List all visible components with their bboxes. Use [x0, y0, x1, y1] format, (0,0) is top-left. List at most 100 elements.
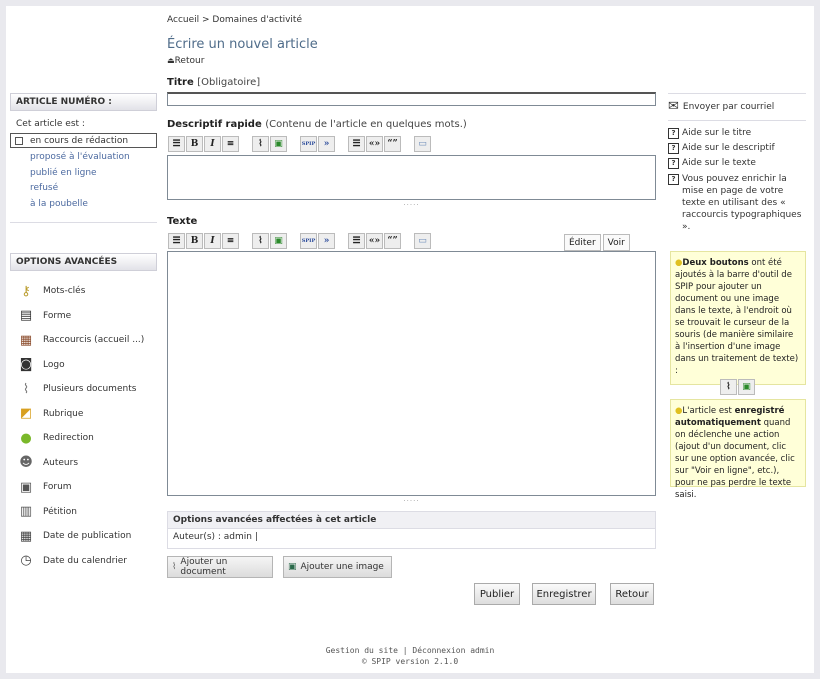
description-label: Descriptif rapide (Contenu de l'article … — [167, 119, 467, 130]
footnote-button[interactable]: » — [318, 233, 335, 249]
title-input[interactable] — [167, 92, 656, 106]
option-forum[interactable]: ▣ Forum — [16, 475, 157, 500]
paragraph-button[interactable]: ☰ — [348, 233, 365, 249]
list-button[interactable]: ≡ — [222, 136, 239, 152]
tab-edit[interactable]: Éditer — [564, 234, 601, 251]
heading-button[interactable]: ☰ — [168, 136, 185, 152]
tip-two-buttons: ●Deux boutons ont été ajoutés à la barre… — [670, 251, 806, 395]
help-icon: ? — [668, 143, 679, 154]
help-shortcuts-label: Vous pouvez enrichir la mise en page de … — [682, 174, 802, 232]
title-label-text: Titre — [167, 77, 194, 88]
shortcuts-icon: ▦ — [19, 332, 33, 348]
footer: Gestion du site | Déconnexion admin © SP… — [6, 646, 814, 666]
text-textarea[interactable] — [167, 251, 656, 496]
return-button[interactable]: Retour — [610, 583, 654, 605]
spip-button[interactable]: SPIP — [300, 233, 317, 249]
option-redirect[interactable]: ● Redirection — [16, 426, 157, 451]
quote-fr-button[interactable]: «» — [366, 233, 383, 249]
option-label: Date du calendrier — [43, 555, 128, 566]
footer-version: © SPIP version 2.1.0 — [361, 657, 459, 666]
add-document-label: Ajouter un document — [180, 557, 228, 577]
image-icon: ▣ — [738, 379, 755, 395]
option-label: Auteurs — [43, 457, 79, 468]
preview-button[interactable]: ▭ — [414, 136, 431, 152]
description-textarea[interactable] — [167, 155, 656, 200]
divider — [668, 120, 806, 121]
options-panel-heading: Options avancées affectées à cet article — [168, 512, 655, 529]
back-link[interactable]: ⏏Retour — [167, 56, 204, 66]
bold-button[interactable]: B — [186, 233, 203, 249]
option-documents[interactable]: ⌇ Plusieurs documents — [16, 377, 157, 402]
heading-button[interactable]: ☰ — [168, 233, 185, 249]
image-button[interactable]: ▣ — [270, 233, 287, 249]
breadcrumb-section[interactable]: Domaines d'activité — [212, 15, 302, 25]
italic-button[interactable]: I — [204, 136, 221, 152]
text-resize-handle[interactable]: ..... — [167, 495, 656, 503]
petition-icon: ▥ — [19, 504, 33, 520]
right-sidebar: ✉ Envoyer par courriel ? Aide sur le titre… — [668, 93, 806, 237]
help-description-label: Aide sur le descriptif — [682, 143, 775, 153]
footer-logout[interactable]: Déconnexion admin — [412, 646, 494, 655]
status-refused[interactable]: refusé — [30, 183, 157, 199]
status-label: Cet article est : — [16, 119, 85, 129]
spip-button[interactable]: SPIP — [300, 136, 317, 152]
quote-en-button[interactable]: “” — [384, 136, 401, 152]
add-document-button[interactable]: ⌇ Ajouter un document — [167, 556, 273, 578]
option-logo[interactable]: ◙ Logo — [16, 353, 157, 378]
quote-en-button[interactable]: “” — [384, 233, 401, 249]
option-label: Forme — [43, 310, 72, 321]
preview-button[interactable]: ▭ — [414, 233, 431, 249]
status-current[interactable]: en cours de rédaction — [10, 133, 157, 148]
option-form[interactable]: ▤ Forme — [16, 304, 157, 329]
option-publish-date[interactable]: ▦ Date de publication — [16, 524, 157, 549]
link-button[interactable]: ⌇ — [252, 233, 269, 249]
help-title-label: Aide sur le titre — [682, 128, 752, 138]
send-email-label: Envoyer par courriel — [682, 101, 775, 112]
help-description[interactable]: ? Aide sur le descriptif — [668, 143, 806, 154]
advanced-options-box: OPTIONS AVANCÉES ⚷ Mots-clés ▤ Forme ▦ Racc… — [10, 253, 157, 573]
quote-fr-button[interactable]: «» — [366, 136, 383, 152]
description-resize-handle[interactable]: ..... — [167, 199, 656, 207]
breadcrumb-home[interactable]: Accueil — [167, 15, 199, 25]
tip-two-buttons-text: ont été ajoutés à la barre d'outil de SP… — [675, 258, 799, 376]
text-label: Texte — [167, 216, 198, 227]
image-button[interactable]: ▣ — [270, 136, 287, 152]
link-button[interactable]: ⌇ — [252, 136, 269, 152]
help-text-label: Aide sur le texte — [682, 158, 756, 168]
footer-site-admin[interactable]: Gestion du site — [326, 646, 398, 655]
divider — [668, 93, 806, 94]
status-published[interactable]: publié en ligne — [30, 168, 157, 184]
footnote-button[interactable]: » — [318, 136, 335, 152]
help-title[interactable]: ? Aide sur le titre — [668, 128, 806, 139]
description-label-text: Descriptif rapide — [167, 119, 262, 130]
calendar-clock-icon: ◷ — [20, 553, 32, 569]
help-text[interactable]: ? Aide sur le texte — [668, 158, 806, 169]
option-petition[interactable]: ▥ Pétition — [16, 500, 157, 525]
status-trash[interactable]: à la poubelle — [30, 199, 157, 215]
send-email-link[interactable]: ✉ Envoyer par courriel — [668, 99, 806, 114]
tab-view[interactable]: Voir — [602, 234, 630, 251]
options-panel-authors: Auteur(s) : admin | — [173, 532, 258, 542]
forum-icon: ▣ — [19, 479, 33, 495]
italic-button[interactable]: I — [204, 233, 221, 249]
add-image-button[interactable]: ▣ Ajouter une image — [283, 556, 392, 578]
folder-icon: ◩ — [19, 406, 33, 422]
option-calendar-date[interactable]: ◷ Date du calendrier — [16, 549, 157, 574]
status-proposed[interactable]: proposé à l'évaluation — [30, 152, 157, 168]
form-icon: ▤ — [19, 308, 33, 324]
list-button[interactable]: ≡ — [222, 233, 239, 249]
editor-tabs: Éditer Voir — [564, 234, 630, 251]
help-icon: ? — [668, 174, 679, 185]
help-shortcuts[interactable]: ? Vous pouvez enrichir la mise en page de… — [668, 173, 806, 233]
option-label: Logo — [43, 359, 65, 370]
bold-button[interactable]: B — [186, 136, 203, 152]
option-shortcuts[interactable]: ▦ Raccourcis (accueil ...) — [16, 328, 157, 353]
save-button[interactable]: Enregistrer — [532, 583, 596, 605]
option-keywords[interactable]: ⚷ Mots-clés — [16, 279, 157, 304]
paragraph-button[interactable]: ☰ — [348, 136, 365, 152]
publish-button[interactable]: Publier — [474, 583, 520, 605]
text-toolbar: ☰ B I ≡ ⌇ ▣ SPIP » ☰ «» “” ▭ — [168, 232, 432, 250]
option-section[interactable]: ◩ Rubrique — [16, 402, 157, 427]
option-authors[interactable]: ☻ Auteurs — [16, 451, 157, 476]
paperclip-icon: ⌇ — [720, 379, 737, 395]
